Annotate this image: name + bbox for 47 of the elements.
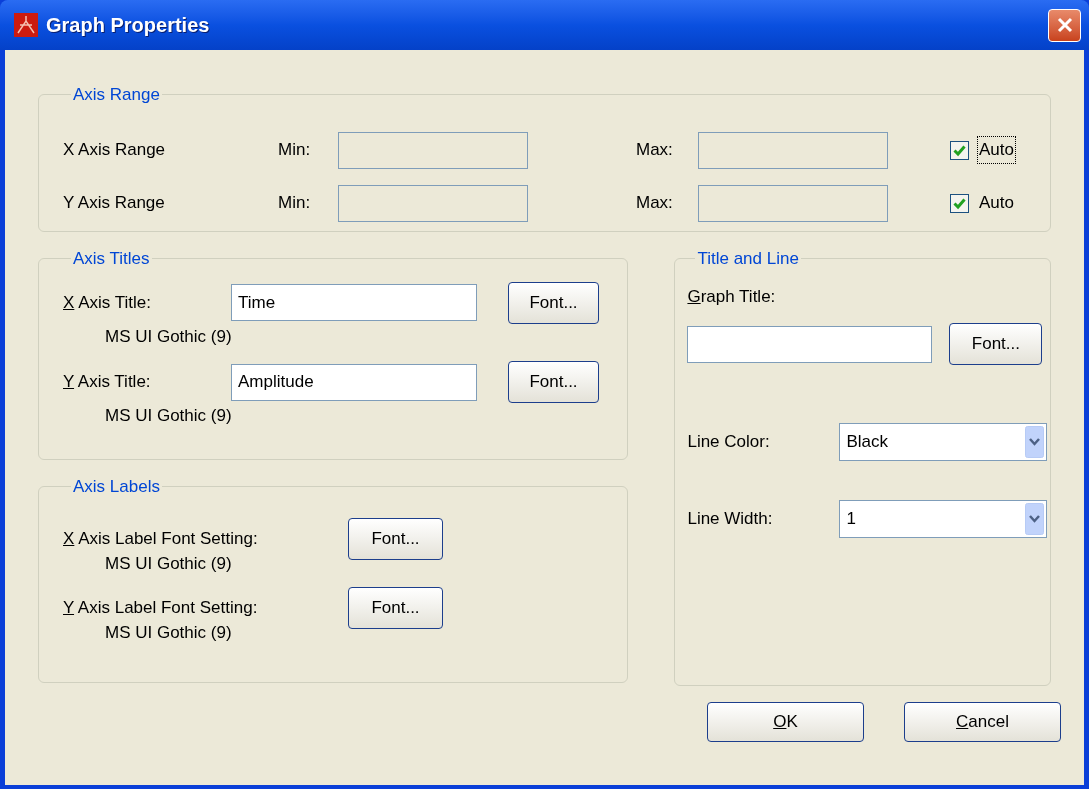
- dialog-button[interactable]: Cancel: [904, 702, 1061, 742]
- font-button[interactable]: Font...: [949, 323, 1043, 365]
- axis-title-label: Y Axis Title:: [63, 371, 152, 394]
- font-button[interactable]: Font...: [508, 361, 599, 403]
- text-field[interactable]: [698, 131, 888, 169]
- text-field[interactable]: [687, 325, 933, 363]
- close-button[interactable]: [1048, 8, 1081, 42]
- line-color-label: Line Color:: [687, 431, 771, 454]
- min-label: Min:: [278, 192, 312, 215]
- line-width-label: Line Width:: [687, 508, 774, 531]
- text-field[interactable]: [338, 131, 528, 169]
- font-button[interactable]: Font...: [348, 517, 443, 560]
- axis-label-font-label: X Axis Label Font Setting:: [63, 527, 259, 550]
- text-field[interactable]: [338, 184, 528, 222]
- dropdown[interactable]: 1: [839, 500, 1048, 538]
- dropdown[interactable]: Black: [839, 423, 1048, 461]
- chevron-down-icon: [1025, 503, 1045, 535]
- font-name: MS UI Gothic (9): [105, 553, 233, 575]
- group-title: Axis Range: [73, 85, 160, 104]
- graph-title-label: Graph Title:: [687, 286, 776, 306]
- axis-range-label: Y Axis Range: [63, 192, 166, 215]
- max-label: Max:: [636, 139, 674, 162]
- checkbox-label: Auto: [977, 136, 1016, 164]
- axis-label-font-label: Y Axis Label Font Setting:: [63, 596, 259, 619]
- font-button[interactable]: Font...: [508, 281, 599, 324]
- group-title: Title and Line: [697, 249, 799, 268]
- axis-range-label: X Axis Range: [63, 139, 167, 162]
- chevron-down-icon: [1025, 426, 1045, 458]
- window-title: Graph Properties: [46, 13, 210, 38]
- font-name: MS UI Gothic (9): [105, 325, 233, 348]
- text-field[interactable]: [698, 184, 888, 222]
- min-label: Min:: [278, 139, 312, 162]
- text-field[interactable]: Time: [231, 284, 477, 321]
- group-title: Axis Labels: [73, 477, 160, 496]
- checkbox[interactable]: [950, 140, 969, 160]
- app-icon: [14, 13, 38, 37]
- dialog-button[interactable]: OK: [707, 702, 864, 742]
- font-name: MS UI Gothic (9): [105, 622, 233, 644]
- group-title: Axis Titles: [73, 249, 150, 268]
- checkbox[interactable]: [950, 193, 969, 213]
- font-button[interactable]: Font...: [348, 586, 443, 629]
- checkbox-label: Auto: [978, 192, 1015, 215]
- text-field[interactable]: Amplitude: [231, 363, 477, 401]
- max-label: Max:: [636, 192, 674, 215]
- axis-title-label: X Axis Title:: [63, 291, 152, 314]
- font-name: MS UI Gothic (9): [105, 405, 233, 427]
- close-icon: [1055, 16, 1074, 34]
